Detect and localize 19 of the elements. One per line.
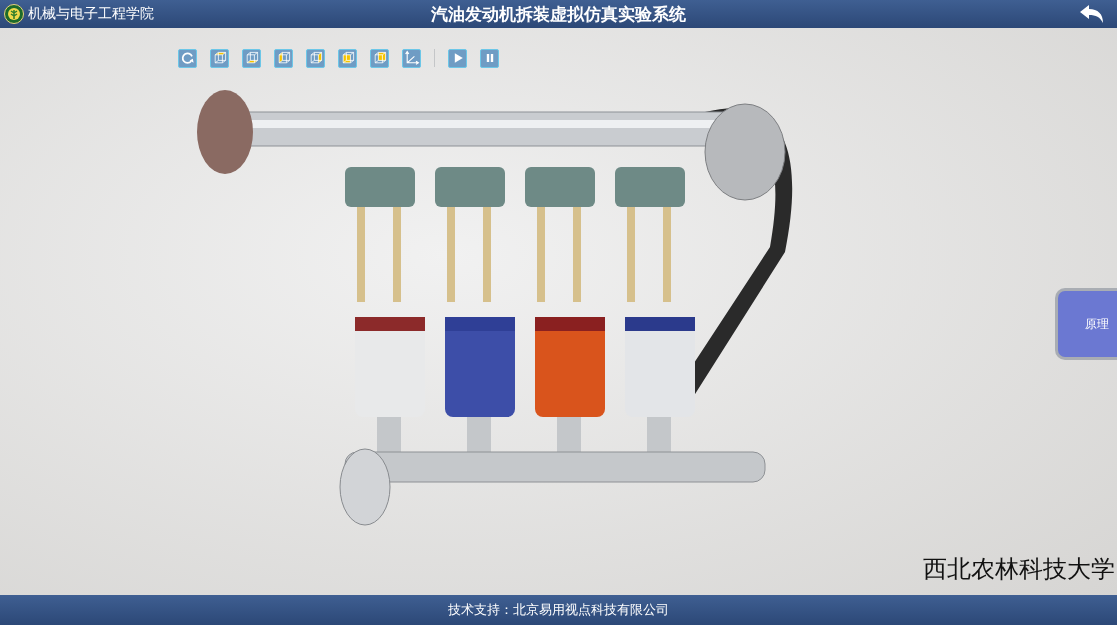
pause-button[interactable] — [480, 48, 499, 68]
axes-button[interactable] — [402, 48, 421, 68]
leaf-logo-icon — [4, 4, 24, 24]
view-cube-button[interactable] — [306, 48, 325, 68]
view-cube-button[interactable] — [210, 48, 229, 68]
university-name: 西北农林科技大学 — [923, 554, 1115, 585]
view-cube-button[interactable] — [338, 48, 357, 68]
tech-support-text: 技术支持：北京易用视点科技有限公司 — [448, 601, 669, 619]
axes-icon — [403, 50, 420, 66]
school-name: 机械与电子工程学院 — [28, 5, 154, 23]
rotate-button[interactable] — [178, 48, 197, 68]
window-title: 汽油发动机拆装虚拟仿真实验系统 — [431, 2, 686, 26]
rotate-icon — [179, 50, 196, 66]
back-arrow-icon[interactable] — [1079, 4, 1105, 24]
view-cube-button[interactable] — [370, 48, 389, 68]
principle-button[interactable]: 原理 — [1055, 288, 1117, 360]
play-button[interactable] — [448, 48, 467, 68]
view-cube-button[interactable] — [242, 48, 261, 68]
view-cube-button[interactable] — [274, 48, 293, 68]
